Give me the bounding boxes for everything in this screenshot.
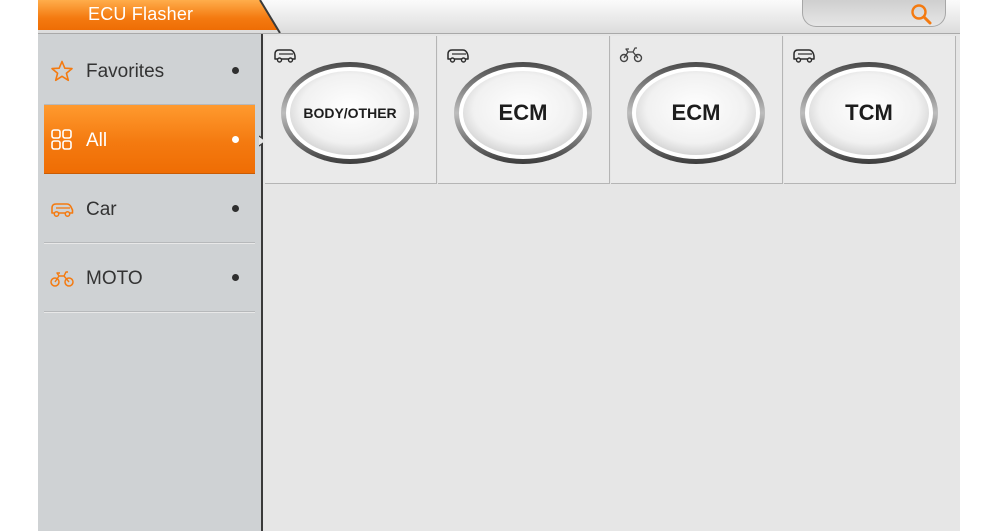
module-tile-body-other[interactable]: BODY/OTHER <box>265 36 437 184</box>
sidebar-item-dot <box>232 274 239 281</box>
title-tab: ECU Flasher <box>38 0 260 30</box>
sidebar-item-dot <box>232 136 239 143</box>
sidebar-item-dot <box>232 67 239 74</box>
sidebar-item-label: MOTO <box>86 268 143 289</box>
ecu-flasher-app: ECU Flasher Favorites All Car MOTO BODY/… <box>38 0 960 531</box>
sidebar-item-all[interactable]: All <box>44 105 255 174</box>
module-label: TCM <box>845 100 893 125</box>
module-label: BODY/OTHER <box>303 105 397 121</box>
module-tile-tcm[interactable]: TCM <box>784 36 956 184</box>
motorcycle-icon <box>50 271 74 287</box>
module-label: ECM <box>671 100 721 125</box>
module-tile-ecm-moto[interactable]: ECM <box>611 36 783 184</box>
sidebar-item-label: All <box>86 130 108 151</box>
car-icon <box>51 203 74 217</box>
category-sidebar: Favorites All Car MOTO <box>38 34 267 531</box>
module-tile-ecm-car[interactable]: ECM <box>438 36 610 184</box>
search-icon[interactable] <box>909 2 933 26</box>
module-label: ECM <box>498 100 548 125</box>
grid-icon <box>51 129 72 150</box>
sidebar-item-label: Favorites <box>86 61 165 82</box>
sidebar-item-car[interactable]: Car <box>44 174 255 243</box>
sidebar-item-favorites[interactable]: Favorites <box>44 36 255 105</box>
module-grid: BODY/OTHER ECM ECM TCM <box>263 34 960 531</box>
title-tab-edge <box>256 0 281 33</box>
header-bar: ECU Flasher <box>38 0 960 34</box>
sidebar-item-dot <box>232 205 239 212</box>
star-icon <box>51 60 73 82</box>
page-title: ECU Flasher <box>88 4 194 24</box>
search-box[interactable] <box>802 0 946 27</box>
sidebar-item-label: Car <box>86 199 117 220</box>
sidebar-item-moto[interactable]: MOTO <box>44 243 255 312</box>
